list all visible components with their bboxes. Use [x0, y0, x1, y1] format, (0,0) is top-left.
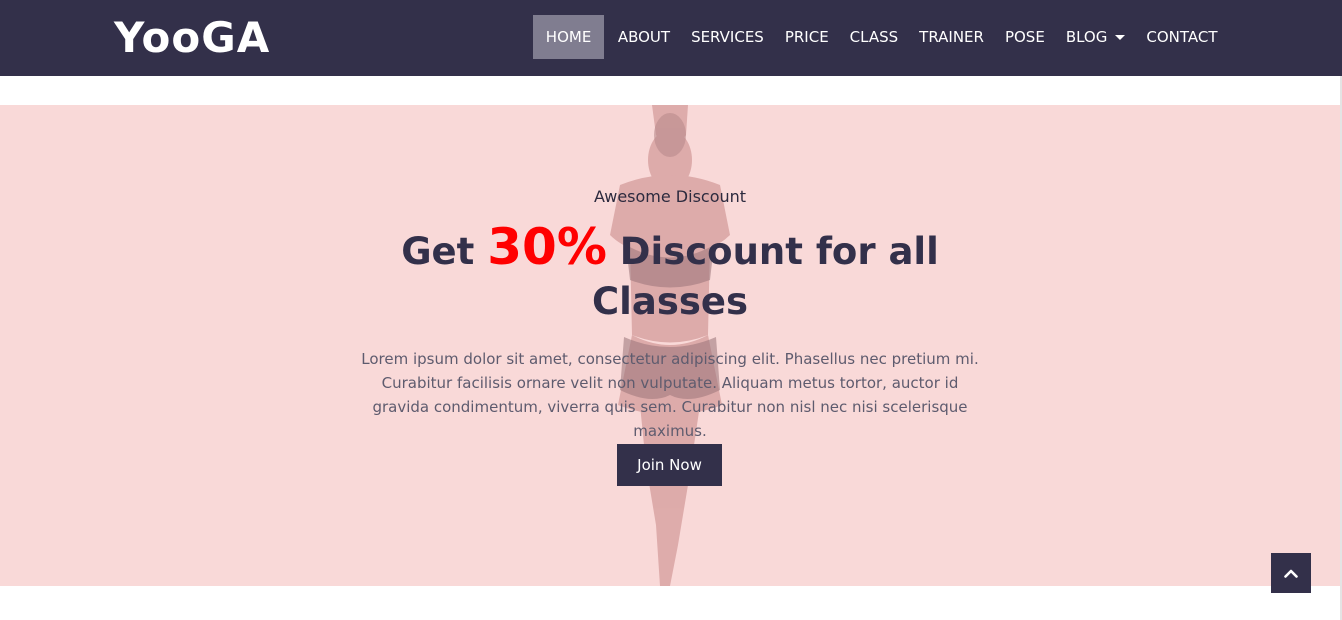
- site-logo[interactable]: YooGA: [114, 10, 270, 66]
- nav-item-blog-label: BLOG: [1065, 28, 1108, 46]
- nav-item-trainer[interactable]: TRAINER: [909, 15, 995, 59]
- hero-eyebrow: Awesome Discount: [593, 187, 747, 206]
- nav-item-blog[interactable]: BLOG: [1055, 15, 1136, 59]
- yoga-woman-image: [610, 105, 730, 586]
- scroll-to-top-button[interactable]: [1271, 553, 1311, 593]
- discount-hero: Awesome Discount Get 30% Discount for al…: [0, 105, 1342, 586]
- nav-item-pose[interactable]: POSE: [994, 15, 1055, 59]
- top-navbar: YooGA HOME ABOUT SERVICES PRICE CLASS TR…: [0, 0, 1342, 76]
- hero-headline: Get 30% Discount for all Classes: [400, 222, 940, 327]
- main-nav: HOME ABOUT SERVICES PRICE CLASS TRAINER …: [532, 15, 1228, 59]
- nav-item-price[interactable]: PRICE: [774, 15, 839, 59]
- hero-description: Lorem ipsum dolor sit amet, consectetur …: [361, 350, 979, 440]
- nav-item-services[interactable]: SERVICES: [681, 15, 775, 59]
- join-now-button[interactable]: Join Now: [617, 444, 722, 486]
- discount-percent: 30%: [487, 218, 607, 276]
- nav-item-home[interactable]: HOME: [532, 15, 605, 59]
- nav-item-contact[interactable]: CONTACT: [1136, 15, 1228, 59]
- nav-item-about[interactable]: ABOUT: [607, 15, 680, 59]
- nav-item-class[interactable]: CLASS: [839, 15, 908, 59]
- chevron-up-icon: [1284, 569, 1298, 578]
- headline-suffix: Discount for all Classes: [592, 230, 939, 323]
- headline-prefix: Get: [401, 230, 488, 273]
- caret-down-icon: [1115, 34, 1126, 40]
